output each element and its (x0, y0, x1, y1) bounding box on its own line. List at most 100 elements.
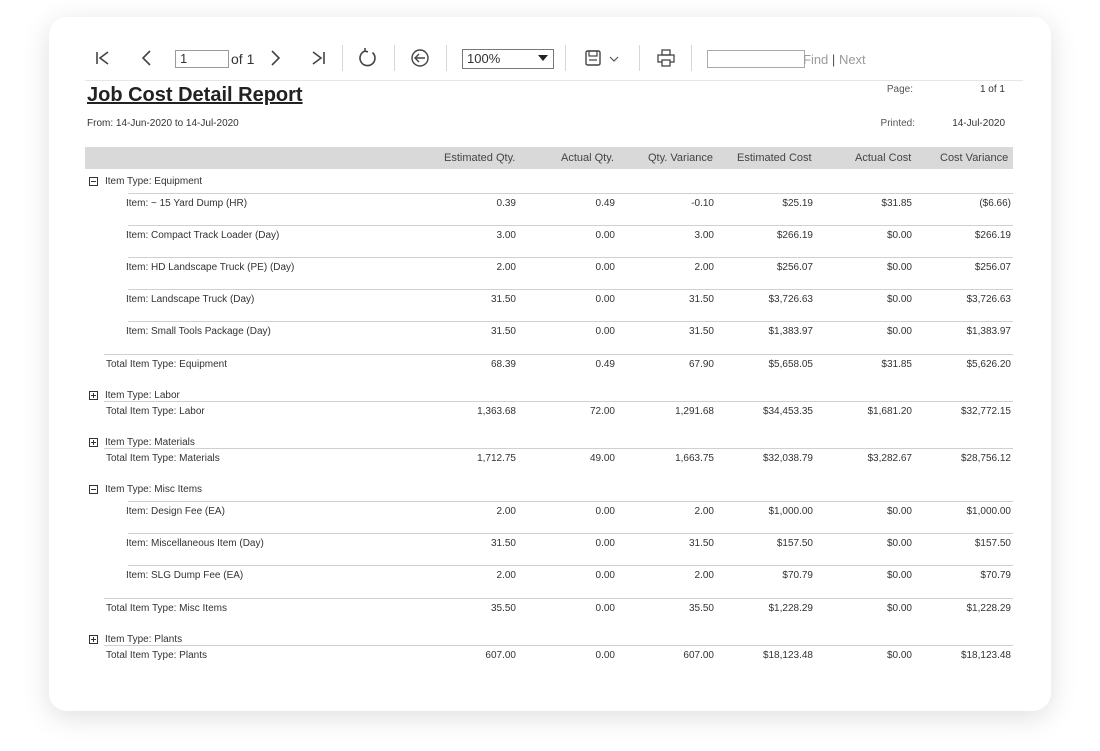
cell-estimated-cost: $70.79 (782, 570, 813, 581)
prev-page-icon[interactable] (137, 48, 157, 68)
row-label: Item: SLG Dump Fee (EA) (126, 570, 244, 581)
column-header-estimated-cost: Estimated Cost (737, 152, 812, 164)
row-divider (104, 598, 1013, 599)
save-dropdown-chevron-icon[interactable] (607, 52, 621, 66)
cell-estimated-cost: $18,123.48 (762, 650, 813, 661)
row-label: Item: Landscape Truck (Day) (126, 294, 255, 305)
row-label: Total Item Type: Labor (106, 406, 205, 417)
row-label: Item Type: Equipment (105, 176, 203, 187)
cell-qty-variance: 31.50 (688, 538, 714, 549)
cell-actual-cost: $0.00 (886, 603, 912, 614)
refresh-icon[interactable] (356, 46, 380, 70)
cell-estimated-qty: 2.00 (496, 506, 516, 517)
total-row: Total Item Type: Plants 607.00 0.00 607.00 $… (85, 650, 1013, 664)
toolbar-separator (565, 45, 566, 71)
row-divider (128, 225, 1013, 226)
find-link[interactable]: Find (803, 52, 828, 67)
cell-qty-variance: 607.00 (683, 650, 714, 661)
cell-actual-qty: 0.00 (595, 294, 615, 305)
cell-estimated-cost: $3,726.63 (768, 294, 814, 305)
row-divider (104, 401, 1013, 402)
cell-actual-cost: $0.00 (886, 506, 912, 517)
cell-actual-cost: $0.00 (886, 650, 912, 661)
cell-cost-variance: $32,772.15 (960, 406, 1011, 417)
table-row: Item: Small Tools Package (Day) 31.50 0.00… (85, 326, 1013, 340)
back-icon[interactable] (409, 47, 431, 69)
toolbar-separator (342, 45, 343, 71)
row-label: Item Type: Misc Items (105, 484, 203, 495)
cell-estimated-cost: $5,658.05 (768, 359, 814, 370)
toolbar-divider (85, 80, 1023, 81)
last-page-icon[interactable] (308, 48, 328, 68)
row-divider (128, 321, 1013, 322)
row-label: Item Type: Plants (105, 634, 183, 645)
cell-estimated-qty: 2.00 (496, 570, 516, 581)
cell-actual-qty: 0.00 (595, 262, 615, 273)
group-row[interactable]: Item Type: Misc Items (85, 484, 1013, 498)
find-input[interactable] (707, 50, 805, 68)
page-title: Job Cost Detail Report (87, 84, 303, 106)
cell-estimated-cost: $25.19 (782, 198, 813, 209)
column-header-actual-cost: Actual Cost (855, 152, 912, 164)
toolbar-separator (394, 45, 395, 71)
row-label: Item Type: Labor (105, 390, 180, 401)
cell-cost-variance: $157.50 (974, 538, 1011, 549)
cell-cost-variance: $1,228.29 (966, 603, 1012, 614)
cell-estimated-cost: $256.07 (776, 262, 813, 273)
find-controls: Find | Next (803, 52, 866, 67)
zoom-select[interactable]: 100% (462, 49, 554, 69)
cell-estimated-cost: $157.50 (776, 538, 813, 549)
row-label: Total Item Type: Equipment (106, 359, 227, 370)
row-label: Total Item Type: Misc Items (106, 603, 227, 614)
page-number-input[interactable]: 1 (175, 50, 229, 68)
cell-estimated-cost: $32,038.79 (762, 453, 813, 464)
save-icon[interactable] (583, 48, 603, 68)
column-header-estimated-qty: Estimated Qty. (444, 152, 516, 164)
cell-qty-variance: 67.90 (688, 359, 714, 370)
total-row: Total Item Type: Misc Items 35.50 0.00 35.5… (85, 603, 1013, 617)
cell-actual-cost: $31.85 (881, 359, 912, 370)
table-row: Item: Miscellaneous Item (Day) 31.50 0.00 3… (85, 538, 1013, 552)
cell-actual-cost: $1,681.20 (867, 406, 913, 417)
cell-estimated-cost: $1,228.29 (768, 603, 814, 614)
total-row: Total Item Type: Materials 1,712.75 49.00 1… (85, 453, 1013, 467)
group-row[interactable]: Item Type: Equipment (85, 176, 1013, 190)
row-divider (104, 354, 1013, 355)
cell-estimated-qty: 1,712.75 (477, 453, 516, 464)
row-divider (128, 565, 1013, 566)
toolbar-separator (691, 45, 692, 71)
print-icon[interactable] (655, 47, 677, 69)
cell-cost-variance: $5,626.20 (966, 359, 1012, 370)
cell-estimated-qty: 31.50 (490, 538, 516, 549)
row-label: Item Type: Materials (105, 437, 195, 448)
column-header-actual-qty: Actual Qty. (561, 152, 614, 164)
cell-actual-cost: $0.00 (886, 262, 912, 273)
row-divider (128, 289, 1013, 290)
row-label: Item: Miscellaneous Item (Day) (126, 538, 264, 549)
cell-actual-cost: $31.85 (881, 198, 912, 209)
cell-cost-variance: $28,756.12 (960, 453, 1011, 464)
cell-actual-qty: 0.49 (595, 198, 615, 209)
cell-actual-cost: $0.00 (886, 538, 912, 549)
cell-actual-qty: 0.00 (595, 650, 615, 661)
row-label: Item: ~ 15 Yard Dump (HR) (126, 198, 248, 209)
cell-actual-qty: 49.00 (589, 453, 615, 464)
first-page-icon[interactable] (93, 48, 113, 68)
next-page-icon[interactable] (265, 48, 285, 68)
next-link[interactable]: Next (839, 52, 866, 67)
column-header-qty-variance: Qty. Variance (648, 152, 714, 164)
row-label: Item: HD Landscape Truck (PE) (Day) (126, 262, 295, 273)
cell-actual-cost: $3,282.67 (867, 453, 913, 464)
cell-actual-qty: 0.00 (595, 326, 615, 337)
cell-actual-qty: 0.00 (595, 538, 615, 549)
cell-actual-qty: 0.00 (595, 230, 615, 241)
cell-actual-cost: $0.00 (886, 570, 912, 581)
row-divider (128, 193, 1013, 194)
cell-cost-variance: $70.79 (980, 570, 1011, 581)
row-divider (104, 645, 1013, 646)
printed-value: 14-Jul-2020 (952, 118, 1005, 129)
cell-cost-variance: $3,726.63 (966, 294, 1012, 305)
cell-estimated-qty: 68.39 (490, 359, 516, 370)
row-label: Item: Design Fee (EA) (126, 506, 225, 517)
table-header: Estimated Qty. Actual Qty. Qty. Variance… (85, 147, 1013, 169)
